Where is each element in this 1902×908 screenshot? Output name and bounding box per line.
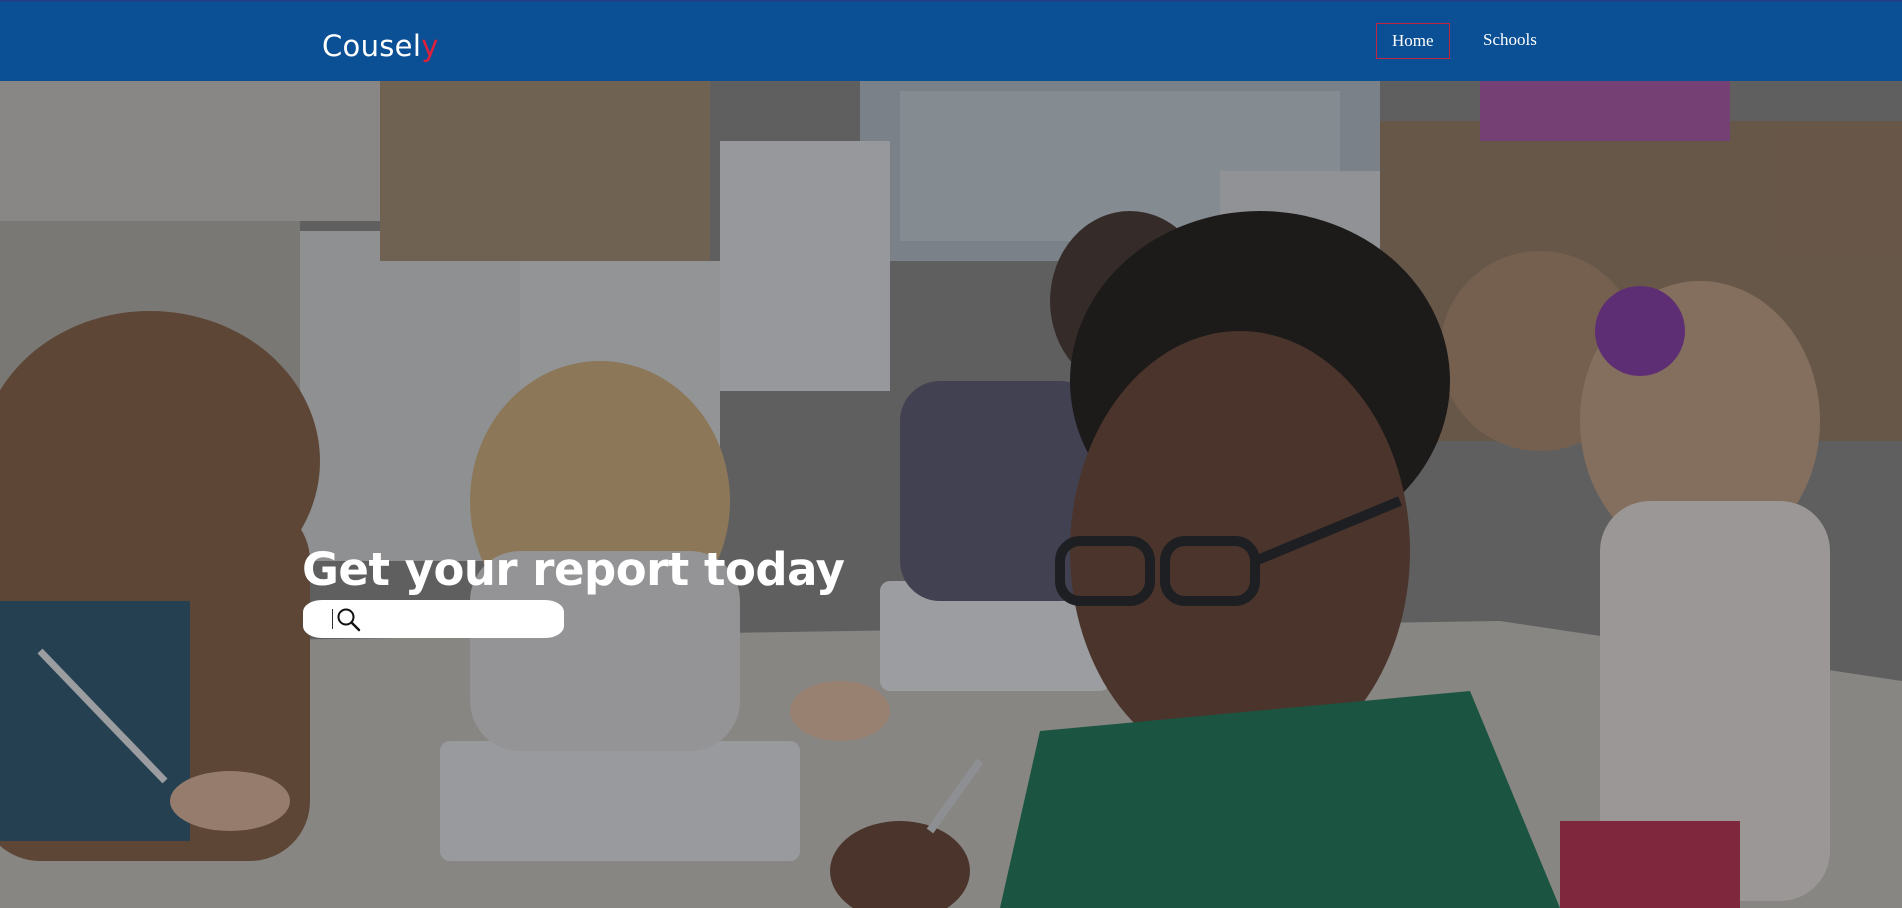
hero-dark-overlay (0, 81, 1902, 908)
brand-name-accent: y (421, 29, 439, 63)
text-cursor (332, 609, 333, 629)
brand-logo[interactable]: Cousely (322, 32, 439, 61)
brand-name-main: Cousel (322, 29, 422, 63)
nav-schools-link[interactable]: Schools (1468, 23, 1552, 59)
hero-title: Get your report today (302, 543, 845, 596)
search-input[interactable] (366, 604, 556, 634)
search-icon[interactable] (336, 607, 362, 633)
hero-section (0, 81, 1902, 908)
nav-home-link[interactable]: Home (1376, 23, 1450, 59)
top-navbar: Cousely Home Schools (0, 0, 1902, 81)
